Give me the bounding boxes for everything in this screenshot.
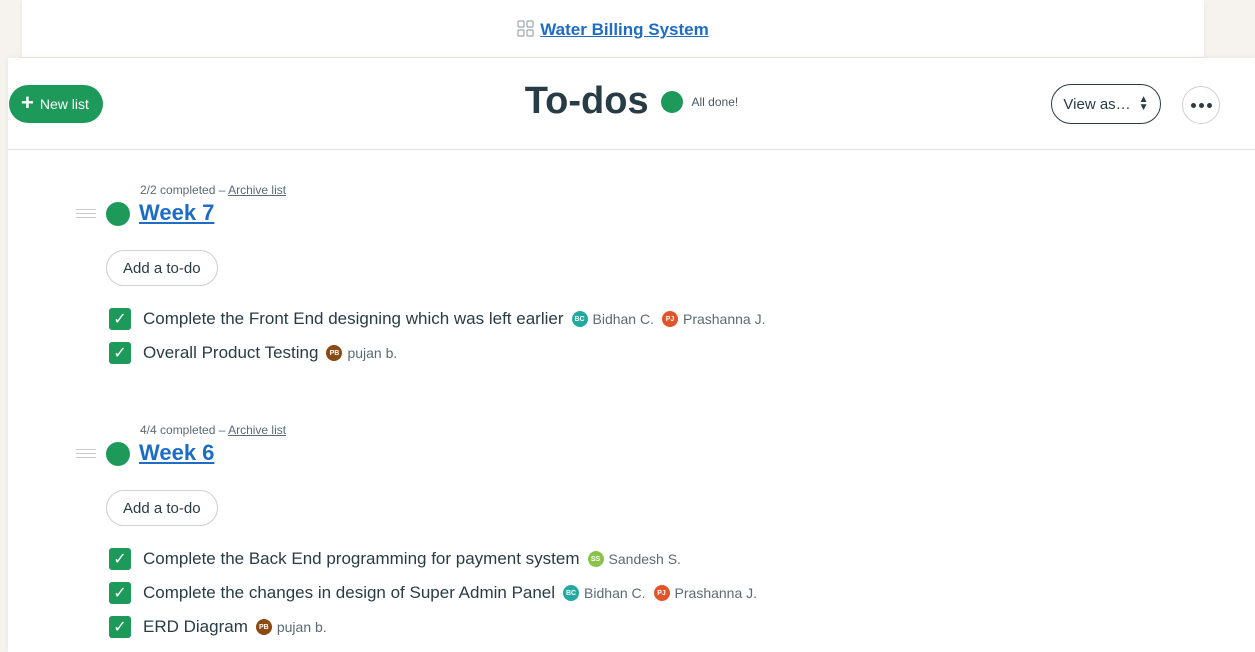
grid-icon — [517, 20, 534, 37]
todo-item: ✓ Complete the changes in design of Super… — [109, 581, 757, 605]
sort-arrows-icon: ▲ ▼ — [1138, 94, 1149, 113]
avatar: BC — [563, 585, 580, 601]
todo-text[interactable]: Complete the changes in design of Super … — [143, 583, 555, 603]
assignee[interactable]: PJ Prashanna J. — [653, 585, 758, 601]
assignee[interactable]: PB pujan b. — [255, 619, 327, 635]
view-as-select[interactable]: View as… ▲ ▼ — [1051, 84, 1161, 124]
assignee[interactable]: SS Sandesh S. — [587, 551, 681, 567]
avatar: PB — [255, 619, 272, 635]
archive-list-link[interactable]: Archive list — [228, 423, 286, 437]
list-meta: 4/4 completed – Archive list — [140, 423, 286, 437]
add-todo-button[interactable]: Add a to-do — [106, 250, 218, 286]
todo-text[interactable]: Overall Product Testing — [143, 343, 318, 363]
assignee[interactable]: BC Bidhan C. — [571, 311, 654, 327]
list-title[interactable]: Week 7 — [139, 200, 214, 226]
drag-handle-icon[interactable] — [76, 209, 96, 221]
page-title: To-dos — [524, 80, 649, 122]
list-title[interactable]: Week 6 — [139, 440, 214, 466]
todo-item: ✓ Complete the Back End programming for p… — [109, 547, 681, 571]
checkbox-checked-icon[interactable]: ✓ — [109, 616, 131, 638]
breadcrumb: Water Billing System — [22, 20, 1204, 40]
assignee-name: Prashanna J. — [682, 311, 766, 327]
assignee[interactable]: BC Bidhan C. — [563, 585, 646, 601]
assignee[interactable]: PB pujan b. — [326, 345, 397, 361]
assignee-name: Sandesh S. — [608, 551, 681, 567]
completion-count: 2/2 completed – — [140, 183, 226, 197]
avatar: PJ — [661, 311, 678, 327]
todo-item: ✓ Overall Product Testing PB pujan b. — [109, 341, 397, 365]
avatar: BC — [571, 311, 588, 327]
list-progress-icon — [106, 442, 130, 466]
checkbox-checked-icon[interactable]: ✓ — [109, 308, 131, 330]
checkbox-checked-icon[interactable]: ✓ — [109, 548, 131, 570]
avatar: PB — [326, 345, 343, 361]
todo-text[interactable]: ERD Diagram — [143, 617, 248, 637]
assignee-name: Bidhan C. — [592, 311, 654, 327]
project-link[interactable]: Water Billing System — [540, 20, 708, 39]
todo-text[interactable]: Complete the Back End programming for pa… — [143, 549, 580, 569]
assignee-name: pujan b. — [276, 619, 327, 635]
dot-icon — [1190, 102, 1196, 108]
todo-item: ✓ ERD Diagram PB pujan b. — [109, 615, 327, 639]
todos-panel: + New list To-dos All done! View as… ▲ ▼ … — [8, 58, 1255, 652]
avatar: PJ — [653, 585, 670, 601]
view-as-label: View as… — [1063, 95, 1131, 113]
dot-icon — [1206, 102, 1212, 108]
list-progress-icon — [106, 202, 130, 226]
archive-list-link[interactable]: Archive list — [228, 183, 286, 197]
more-options-button[interactable] — [1182, 86, 1220, 124]
todo-item: ✓ Complete the Front End designing which … — [109, 307, 765, 331]
project-header: Water Billing System — [22, 0, 1204, 58]
todo-text[interactable]: Complete the Front End designing which w… — [143, 309, 564, 329]
assignee-name: Bidhan C. — [584, 585, 646, 601]
status-text: All done! — [691, 94, 739, 109]
checkbox-checked-icon[interactable]: ✓ — [109, 582, 131, 604]
dot-icon — [1198, 102, 1204, 108]
progress-complete-icon — [661, 90, 684, 113]
assignee-name: pujan b. — [347, 345, 398, 361]
assignee[interactable]: PJ Prashanna J. — [661, 311, 766, 327]
completion-count: 4/4 completed – — [140, 423, 226, 437]
add-todo-button[interactable]: Add a to-do — [106, 490, 218, 526]
list-meta: 2/2 completed – Archive list — [140, 183, 286, 197]
checkbox-checked-icon[interactable]: ✓ — [109, 342, 131, 364]
drag-handle-icon[interactable] — [76, 449, 96, 461]
assignee-name: Prashanna J. — [674, 585, 758, 601]
avatar: SS — [587, 551, 604, 567]
todos-header: + New list To-dos All done! View as… ▲ ▼ — [8, 58, 1255, 150]
